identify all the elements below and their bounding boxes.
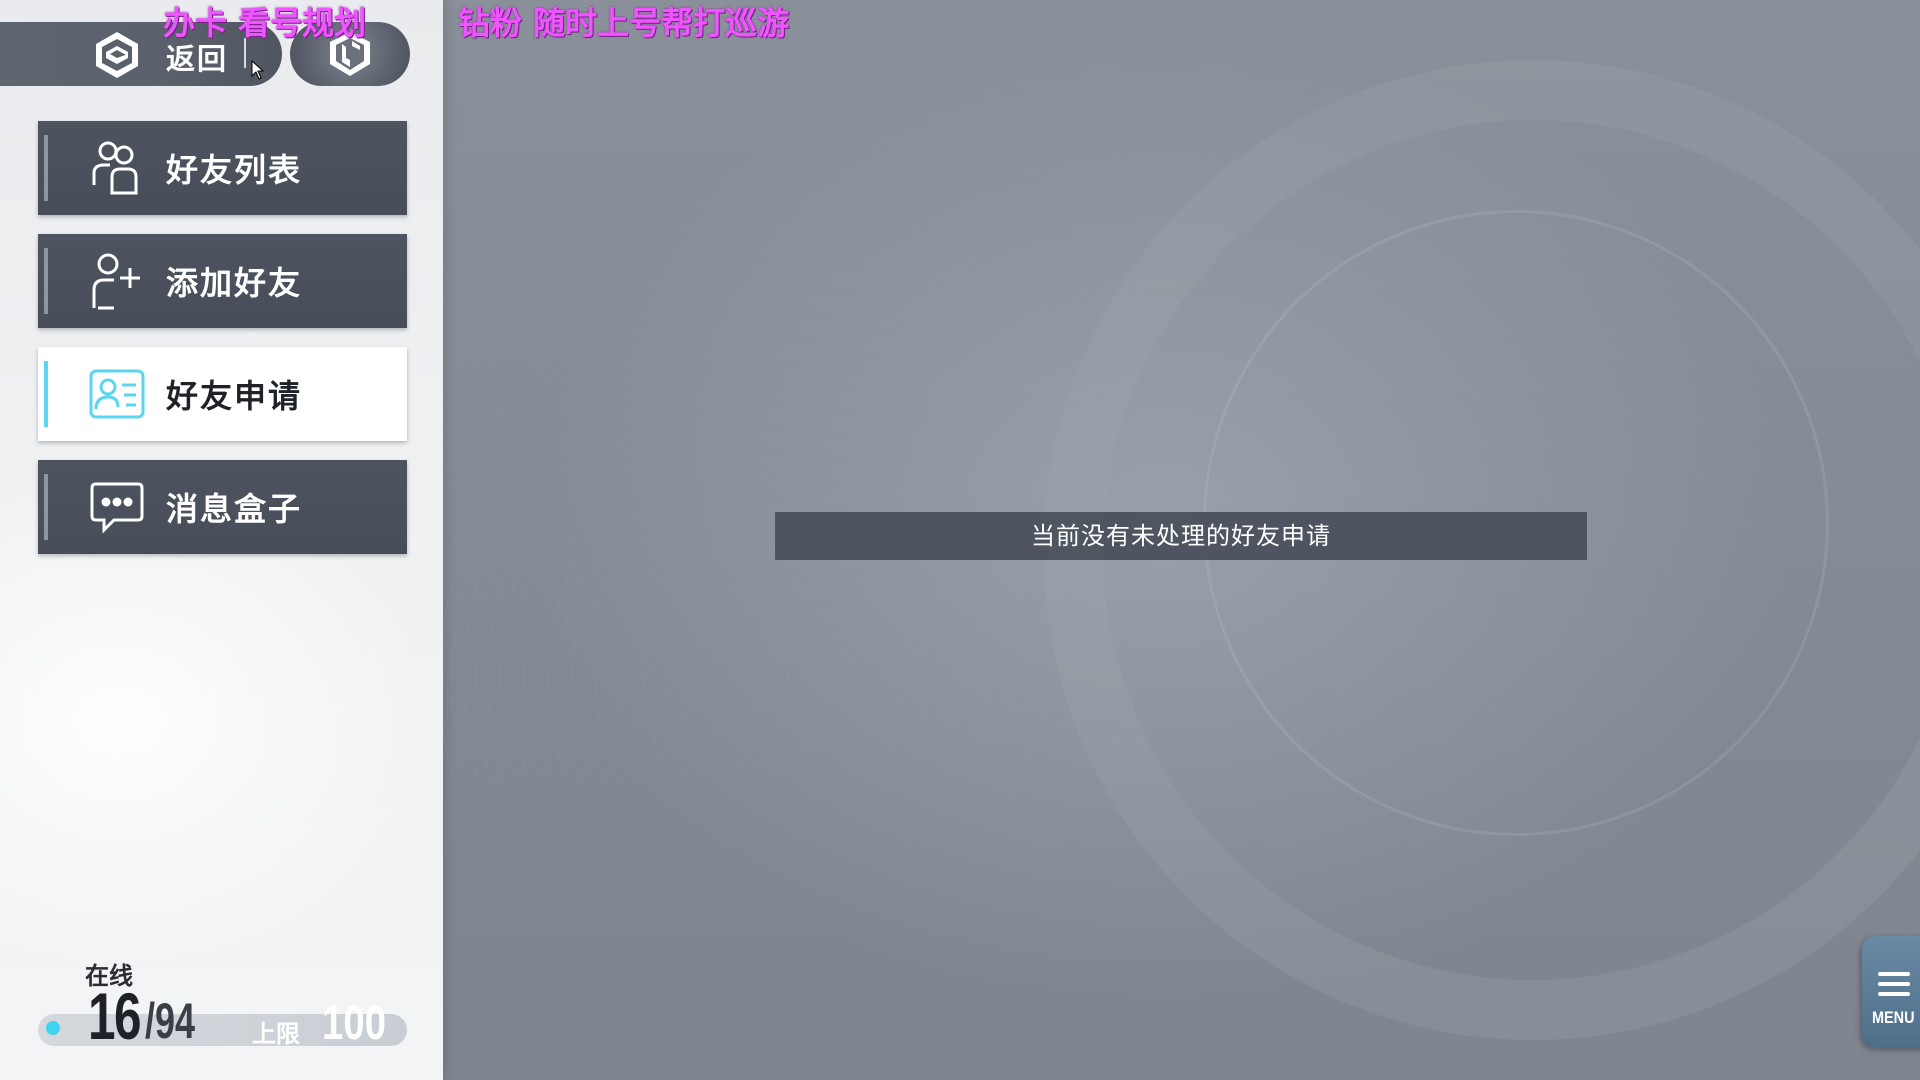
limit-label: 上限	[252, 1020, 300, 1048]
menu-item-message-box[interactable]: 消息盒子	[38, 460, 407, 554]
empty-friend-request-message: 当前没有未处理的好友申请	[775, 512, 1587, 560]
message-box-icon	[90, 482, 144, 534]
game-logo-icon	[96, 32, 138, 78]
stream-overlay-text-left: 办卡 看号规划	[163, 4, 367, 42]
menu-item-label: 添加好友	[166, 264, 303, 302]
online-status-dot	[46, 1021, 60, 1035]
menu-item-friend-request[interactable]: 好友申请	[38, 347, 407, 441]
menu-item-label: 消息盒子	[166, 490, 303, 528]
menu-item-label: 好友申请	[166, 377, 303, 415]
hamburger-icon	[1878, 972, 1910, 1002]
online-count: 16	[88, 979, 142, 1053]
menu-item-label: 好友列表	[166, 151, 303, 189]
friend-total: /94	[145, 993, 196, 1049]
limit-value: 100	[322, 997, 387, 1050]
menu-button[interactable]: MENU	[1862, 936, 1920, 1048]
friend-request-icon	[89, 369, 145, 419]
friends-list-icon	[92, 141, 138, 195]
menu-item-add-friend[interactable]: 添加好友	[38, 234, 407, 328]
menu-item-friends-list[interactable]: 好友列表	[38, 121, 407, 215]
mouse-cursor-icon	[251, 60, 265, 80]
stream-overlay-text-right: 钻粉 随时上号帮打巡游	[458, 4, 790, 42]
add-friend-icon	[92, 253, 140, 310]
menu-button-label: MENU	[1872, 1008, 1915, 1027]
